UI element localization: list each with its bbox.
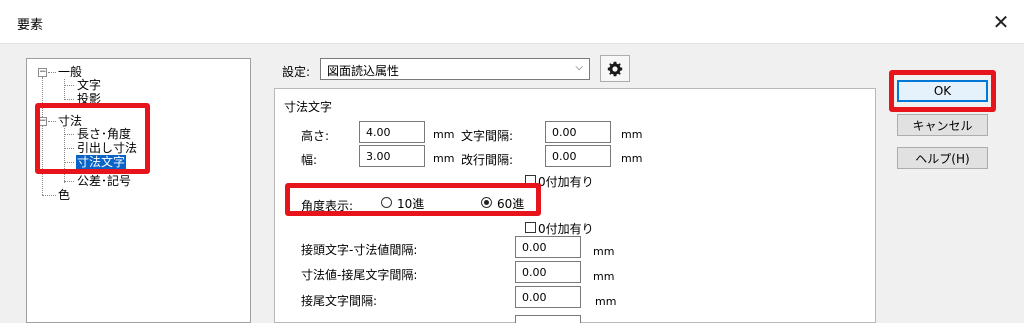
gear-icon [607,61,623,76]
prefix-spacing-label: 接頭文字-寸法値間隔: [301,243,418,257]
line-spacing-unit: mm [621,152,643,165]
width-label: 幅: [301,153,318,167]
prefix-spacing-input[interactable]: 0.00 [515,236,581,258]
tree-item-general[interactable]: 一般 [58,65,82,79]
line-spacing-input[interactable]: 0.00 [545,145,611,167]
suffix-spacing-label: 寸法値-接尾文字間隔: [301,268,418,282]
width-unit: mm [433,152,455,165]
suffix-char-spacing-label: 接尾文字間隔: [301,294,378,308]
settings-dropdown[interactable]: 図面読込属性 ⌵ [320,58,590,80]
tree-item-color[interactable]: 色 [58,188,70,202]
settings-selected-value: 図面読込属性 [327,64,400,78]
zero-suffix-label-1: 0付加有り [538,175,594,189]
suffix-char-spacing-input[interactable]: 0.00 [515,286,581,308]
settings-gear-button[interactable] [600,55,630,82]
highlight-tree-dimension [35,103,150,174]
dialog-window: 要素 ✕ − 一般 文字 投影 − 寸法 長さ･角度 引出し寸法 寸法文字 公差… [0,0,1024,323]
suffix-spacing-unit: mm [593,270,615,283]
tree-item-text[interactable]: 文字 [77,78,101,92]
suffix-spacing-input[interactable]: 0.00 [515,261,581,283]
highlight-angle-display [285,183,541,216]
char-spacing-label: 文字間隔: [461,129,514,143]
height-label: 高さ: [301,129,330,143]
help-button[interactable]: ヘルプ(H) [897,147,988,169]
char-spacing-unit: mm [621,128,643,141]
zero-suffix-label-2: 0付加有り [538,222,594,236]
close-button[interactable]: ✕ [978,0,1024,44]
cancel-button[interactable]: キャンセル [897,114,988,136]
char-spacing-input[interactable]: 0.00 [545,121,611,143]
width-input[interactable]: 3.00 [359,145,425,167]
next-field-input-partial[interactable] [515,315,581,323]
chevron-down-icon: ⌵ [575,62,583,73]
dialog-title: 要素 [17,18,44,33]
category-tree[interactable]: − 一般 文字 投影 − 寸法 長さ･角度 引出し寸法 寸法文字 公差･記号 色 [26,58,251,323]
line-spacing-label: 改行間隔: [461,153,514,167]
close-icon: ✕ [992,10,1010,34]
tree-item-tolerance-symbol[interactable]: 公差･記号 [77,174,131,188]
settings-label: 設定: [282,65,311,79]
height-input[interactable]: 4.00 [359,121,425,143]
title-bar: 要素 ✕ [0,0,1024,44]
group-title: 寸法文字 [284,100,333,114]
height-unit: mm [433,128,455,141]
zero-suffix-checkbox-2[interactable] [525,222,536,233]
prefix-spacing-unit: mm [593,245,615,258]
highlight-ok-button [889,70,996,112]
expand-general-icon[interactable]: − [38,68,47,77]
suffix-char-spacing-unit: mm [595,295,617,308]
